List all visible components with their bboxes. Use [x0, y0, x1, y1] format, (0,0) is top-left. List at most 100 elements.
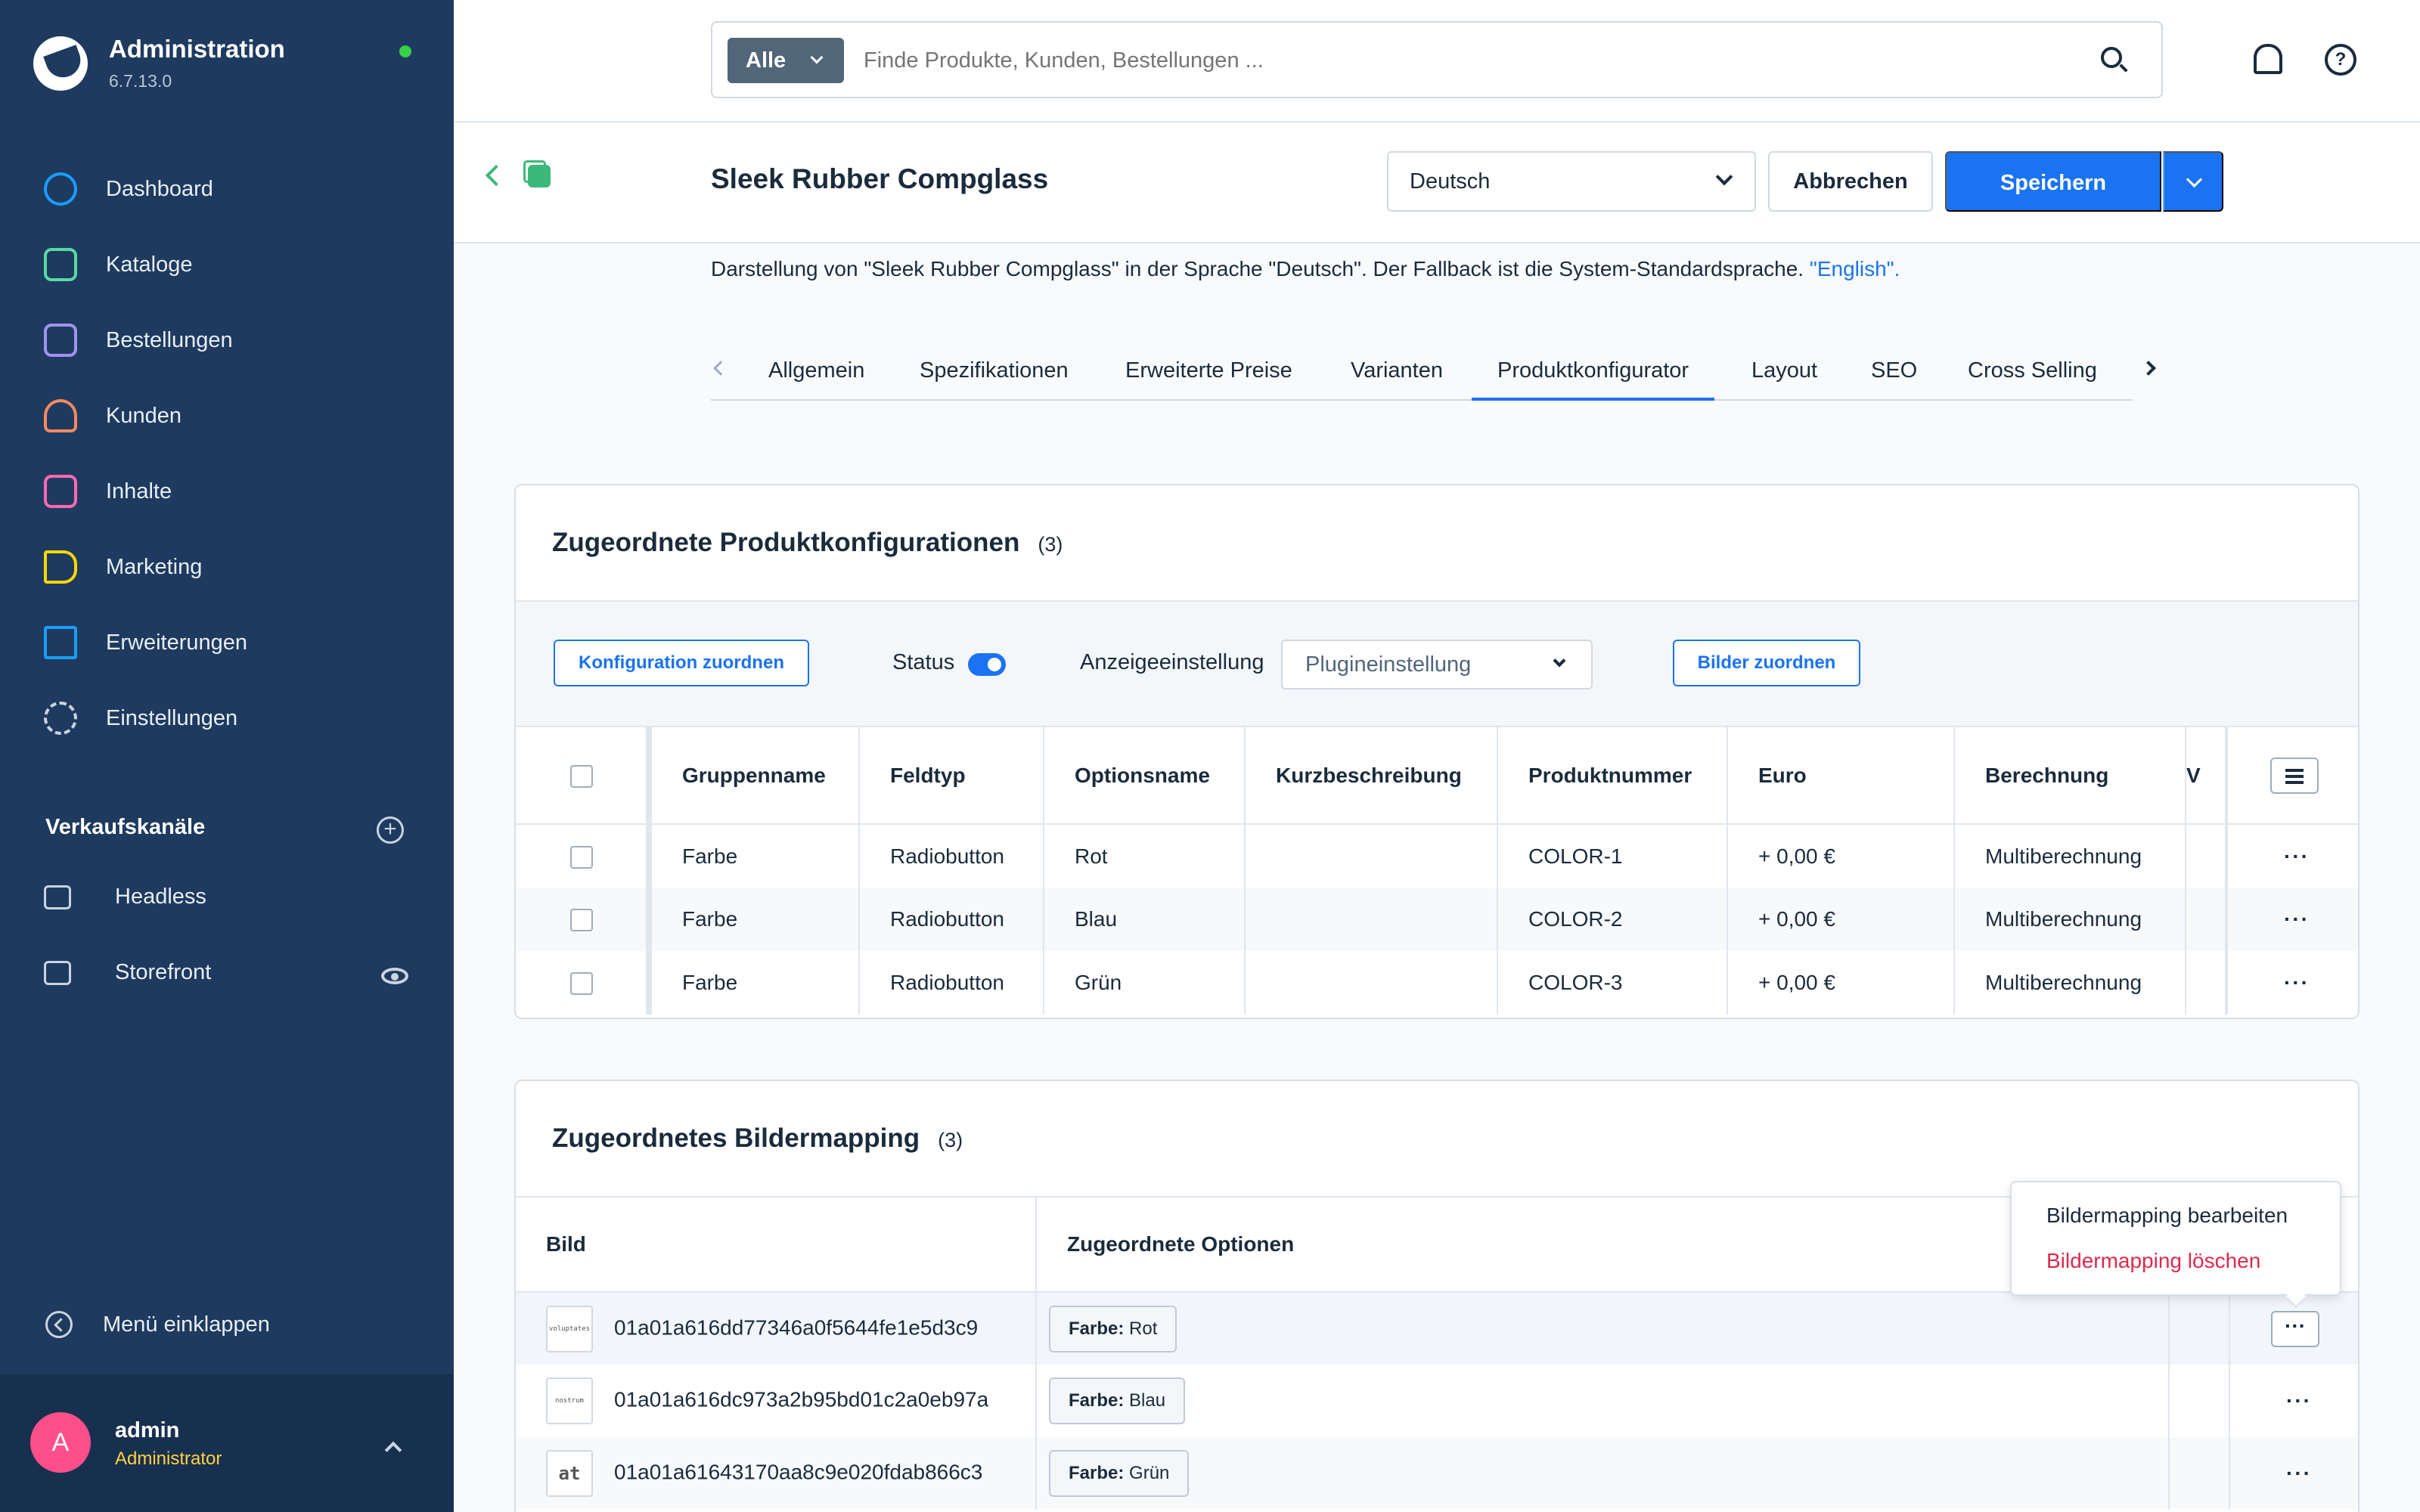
search-input[interactable]	[864, 38, 2074, 83]
add-sales-channel-icon[interactable]: +	[377, 816, 404, 844]
column-settings-icon[interactable]	[2270, 757, 2319, 794]
column-header[interactable]: Feldtyp	[859, 727, 1044, 825]
sidebar-item-dashboard[interactable]: Dashboard	[0, 151, 454, 227]
sales-channel-headless[interactable]: Headless	[44, 885, 206, 909]
sidebar-item-settings[interactable]: Einstellungen	[0, 680, 454, 756]
table-row[interactable]: Farbe Radiobutton Rot COLOR-1 + 0,00 € M…	[516, 824, 2358, 888]
save-options-button[interactable]	[2163, 151, 2223, 212]
brand[interactable]: Administration 6.7.13.0	[33, 35, 285, 91]
cell-empty	[2169, 1292, 2230, 1365]
bell-icon[interactable]	[2254, 44, 2282, 74]
back-icon[interactable]	[485, 164, 507, 187]
column-header[interactable]: Zugeordnete Optionen	[1036, 1197, 2170, 1293]
option-tag-key: Farbe:	[1069, 1318, 1125, 1339]
tab-seo[interactable]: SEO	[1871, 346, 1917, 401]
sidebar-item-orders[interactable]: Bestellungen	[0, 302, 454, 378]
product-variant-icon	[523, 160, 551, 187]
status-label: Status	[892, 650, 955, 674]
row-context-menu: Bildermapping bearbeiten Bildermapping l…	[2010, 1181, 2341, 1296]
help-icon[interactable]: ?	[2325, 44, 2356, 76]
assign-images-button[interactable]: Bilder zuordnen	[1673, 640, 1860, 686]
row-actions-button[interactable]: ···	[2271, 1310, 2319, 1347]
search-icon[interactable]	[2101, 47, 2122, 68]
row-actions-cell: ···	[2229, 1365, 2358, 1437]
search-type-select[interactable]: Alle	[728, 38, 844, 83]
tab-cross-selling[interactable]: Cross Selling	[1968, 346, 2097, 401]
table-row[interactable]: Farbe Radiobutton Blau COLOR-2 + 0,00 € …	[516, 888, 2358, 951]
column-header[interactable]: Gruppenname	[649, 727, 860, 825]
cancel-button[interactable]: Abbrechen	[1768, 151, 1933, 212]
column-header[interactable]: Euro	[1727, 727, 1955, 825]
language-select[interactable]: Deutsch	[1387, 151, 1756, 212]
chevron-left-icon[interactable]	[713, 361, 728, 376]
column-header[interactable]: Bild	[516, 1197, 1037, 1293]
row-actions-button[interactable]: ···	[2284, 844, 2310, 868]
option-tag-key: Farbe:	[1069, 1390, 1125, 1411]
cell-product-number: COLOR-3	[1497, 951, 1728, 1015]
image-mapping-count: (3)	[938, 1129, 963, 1151]
column-header[interactable]: Berechnung	[1954, 727, 2186, 825]
save-button[interactable]: Speichern	[1945, 151, 2161, 212]
configurations-title: Zugeordnete Produktkonfigurationen	[552, 528, 1020, 557]
settings-icon	[44, 702, 77, 735]
cell-group: Farbe	[649, 888, 860, 951]
column-header[interactable]: Produktnummer	[1497, 727, 1728, 825]
cell-options: Farbe: Rot	[1036, 1292, 2170, 1365]
sidebar-item-label: Inhalte	[106, 479, 172, 503]
image-mapping-card: Zugeordnetes Bildermapping (3) Bild Zugeo…	[514, 1080, 2360, 1512]
row-actions-button[interactable]: ···	[2284, 907, 2310, 931]
fallback-language-link[interactable]: "English".	[1810, 257, 1900, 280]
tab-allgemein[interactable]: Allgemein	[768, 346, 864, 401]
cell-group: Farbe	[649, 951, 860, 1015]
global-search: Alle	[711, 21, 2163, 98]
user-menu[interactable]: A admin Administrator	[0, 1374, 454, 1512]
row-actions-button[interactable]: ···	[2286, 1461, 2312, 1485]
assign-configuration-button[interactable]: Konfiguration zuordnen	[554, 640, 809, 686]
configurations-count: (3)	[1038, 533, 1063, 556]
edit-image-mapping-item[interactable]: Bildermapping bearbeiten	[2046, 1204, 2288, 1228]
cell-image: voluptates 01a01a616dd77346a0f5644fe1e5d3…	[516, 1292, 1037, 1365]
column-header[interactable]: V	[2186, 727, 2228, 825]
row-checkbox[interactable]	[570, 972, 593, 996]
sales-channel-storefront[interactable]: Storefront	[44, 960, 211, 985]
row-actions-button[interactable]: ···	[2286, 1389, 2312, 1412]
sidebar-item-customers[interactable]: Kunden	[0, 378, 454, 454]
sidebar-item-catalog[interactable]: Kataloge	[0, 227, 454, 302]
tab-produktkonfigurator[interactable]: Produktkonfigurator	[1472, 346, 1715, 401]
table-row[interactable]: voluptates 01a01a616dd77346a0f5644fe1e5d3…	[516, 1292, 2358, 1365]
sales-channel-label: Storefront	[115, 960, 212, 984]
chevron-right-icon[interactable]	[2141, 361, 2156, 376]
table-row[interactable]: at 01a01a61643170aa8c9e020fdab866c3 Farbe…	[516, 1437, 2358, 1510]
column-header[interactable]: Kurzbeschreibung	[1245, 727, 1498, 825]
content-icon	[44, 475, 77, 508]
delete-image-mapping-item[interactable]: Bildermapping löschen	[2046, 1249, 2260, 1273]
chevron-up-icon[interactable]	[384, 1441, 402, 1459]
collapse-menu-label: Menü einklappen	[103, 1312, 270, 1337]
sidebar-item-marketing[interactable]: Marketing	[0, 529, 454, 605]
collapse-menu-button[interactable]: Menü einklappen	[45, 1311, 270, 1338]
display-setting-select[interactable]: Plugineinstellung	[1281, 640, 1593, 689]
sidebar-item-content[interactable]: Inhalte	[0, 454, 454, 529]
row-actions-button[interactable]: ···	[2284, 971, 2310, 994]
image-id: 01a01a616dd77346a0f5644fe1e5d3c9	[614, 1315, 979, 1339]
sidebar: Administration 6.7.13.0 Dashboard Katalo…	[0, 0, 454, 1512]
cell-euro: + 0,00 €	[1727, 888, 1955, 951]
option-tag-key: Farbe:	[1069, 1463, 1125, 1483]
status-toggle[interactable]	[968, 653, 1006, 676]
option-tag-value: Grün	[1124, 1463, 1170, 1483]
tab-spezifikationen[interactable]: Spezifikationen	[920, 346, 1069, 401]
table-row[interactable]: Farbe Radiobutton Grün COLOR-3 + 0,00 € …	[516, 951, 2358, 1015]
tab-layout[interactable]: Layout	[1751, 346, 1817, 401]
select-all-checkbox[interactable]	[570, 764, 593, 788]
table-row[interactable]: nostrum 01a01a616dc973a2b95bd01c2a0eb97a …	[516, 1365, 2358, 1437]
row-checkbox[interactable]	[570, 845, 593, 869]
image-id: 01a01a61643170aa8c9e020fdab866c3	[614, 1460, 983, 1484]
row-checkbox[interactable]	[570, 909, 593, 932]
column-header[interactable]: Optionsname	[1044, 727, 1246, 825]
eye-icon[interactable]	[381, 968, 408, 984]
sidebar-item-label: Einstellungen	[106, 705, 238, 730]
sidebar-item-extensions[interactable]: Erweiterungen	[0, 605, 454, 680]
sales-channels-title: Verkaufskanäle	[45, 815, 206, 839]
tab-erweiterte-preise[interactable]: Erweiterte Preise	[1125, 346, 1292, 401]
tab-varianten[interactable]: Varianten	[1351, 346, 1443, 401]
